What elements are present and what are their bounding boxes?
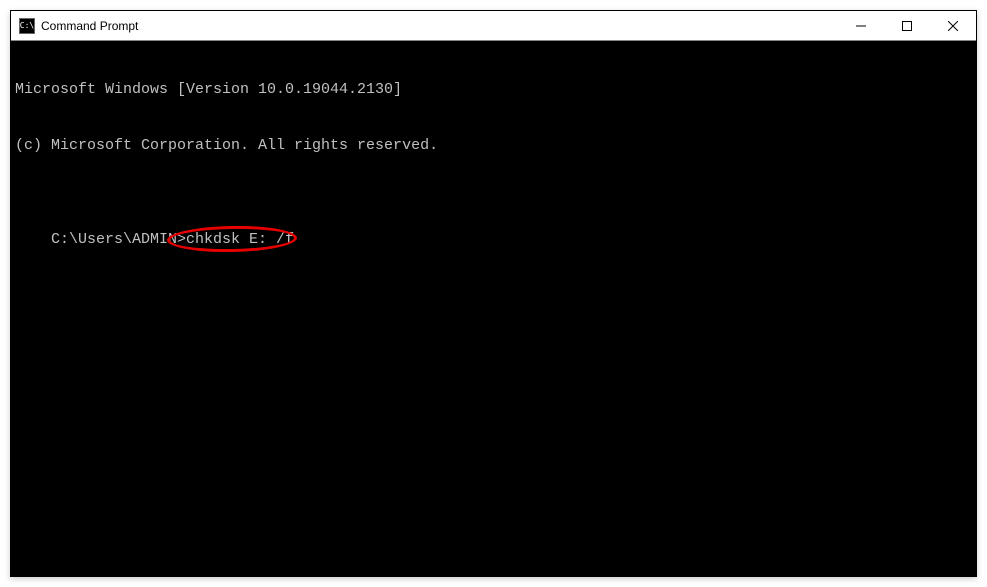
terminal-blank-line [15, 193, 972, 212]
terminal-header-line-2: (c) Microsoft Corporation. All rights re… [15, 137, 972, 156]
command-input[interactable] [186, 231, 586, 248]
minimize-button[interactable] [838, 11, 884, 40]
app-icon: C:\ [19, 18, 35, 34]
terminal-area[interactable]: Microsoft Windows [Version 10.0.19044.21… [11, 41, 976, 576]
maximize-button[interactable] [884, 11, 930, 40]
maximize-icon [902, 21, 912, 31]
terminal-prompt-line: C:\Users\ADMIN> [51, 231, 586, 250]
close-button[interactable] [930, 11, 976, 40]
titlebar[interactable]: C:\ Command Prompt [11, 11, 976, 41]
minimize-icon [856, 21, 866, 31]
window-title: Command Prompt [41, 19, 838, 33]
command-prompt-window: C:\ Command Prompt Microsoft Windows [Ve… [10, 10, 977, 577]
close-icon [948, 21, 958, 31]
prompt-path: C:\Users\ADMIN> [51, 231, 186, 248]
window-controls [838, 11, 976, 40]
terminal-header-line-1: Microsoft Windows [Version 10.0.19044.21… [15, 81, 972, 100]
